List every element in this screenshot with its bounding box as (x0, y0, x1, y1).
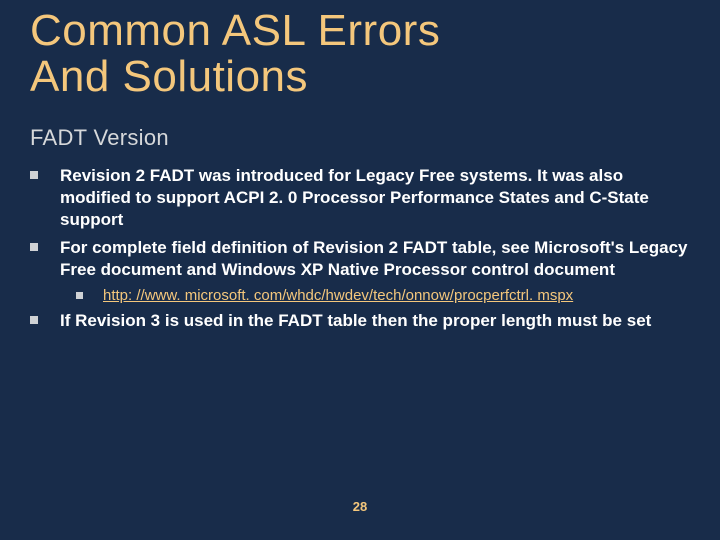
title-line-2: And Solutions (30, 52, 308, 101)
square-bullet-icon (76, 292, 83, 299)
square-bullet-icon (30, 316, 38, 324)
bullet-item: Revision 2 FADT was introduced for Legac… (30, 165, 690, 231)
slide: Common ASL Errors And Solutions FADT Ver… (0, 0, 720, 540)
slide-subtitle: FADT Version (30, 125, 169, 151)
link-procperfctrl[interactable]: http: //www. microsoft. com/whdc/hwdev/t… (103, 287, 573, 304)
square-bullet-icon (30, 171, 38, 179)
bullet-text: If Revision 3 is used in the FADT table … (60, 310, 651, 332)
square-bullet-icon (30, 243, 38, 251)
bullet-text: Revision 2 FADT was introduced for Legac… (60, 165, 690, 231)
slide-title: Common ASL Errors And Solutions (30, 8, 440, 100)
sub-bullet-item: http: //www. microsoft. com/whdc/hwdev/t… (76, 287, 690, 304)
bullet-item: If Revision 3 is used in the FADT table … (30, 310, 690, 332)
bullet-text: For complete field definition of Revisio… (60, 237, 690, 281)
bullet-item: For complete field definition of Revisio… (30, 237, 690, 281)
bullet-list: Revision 2 FADT was introduced for Legac… (30, 165, 690, 339)
title-line-1: Common ASL Errors (30, 6, 440, 55)
page-number: 28 (0, 499, 720, 514)
